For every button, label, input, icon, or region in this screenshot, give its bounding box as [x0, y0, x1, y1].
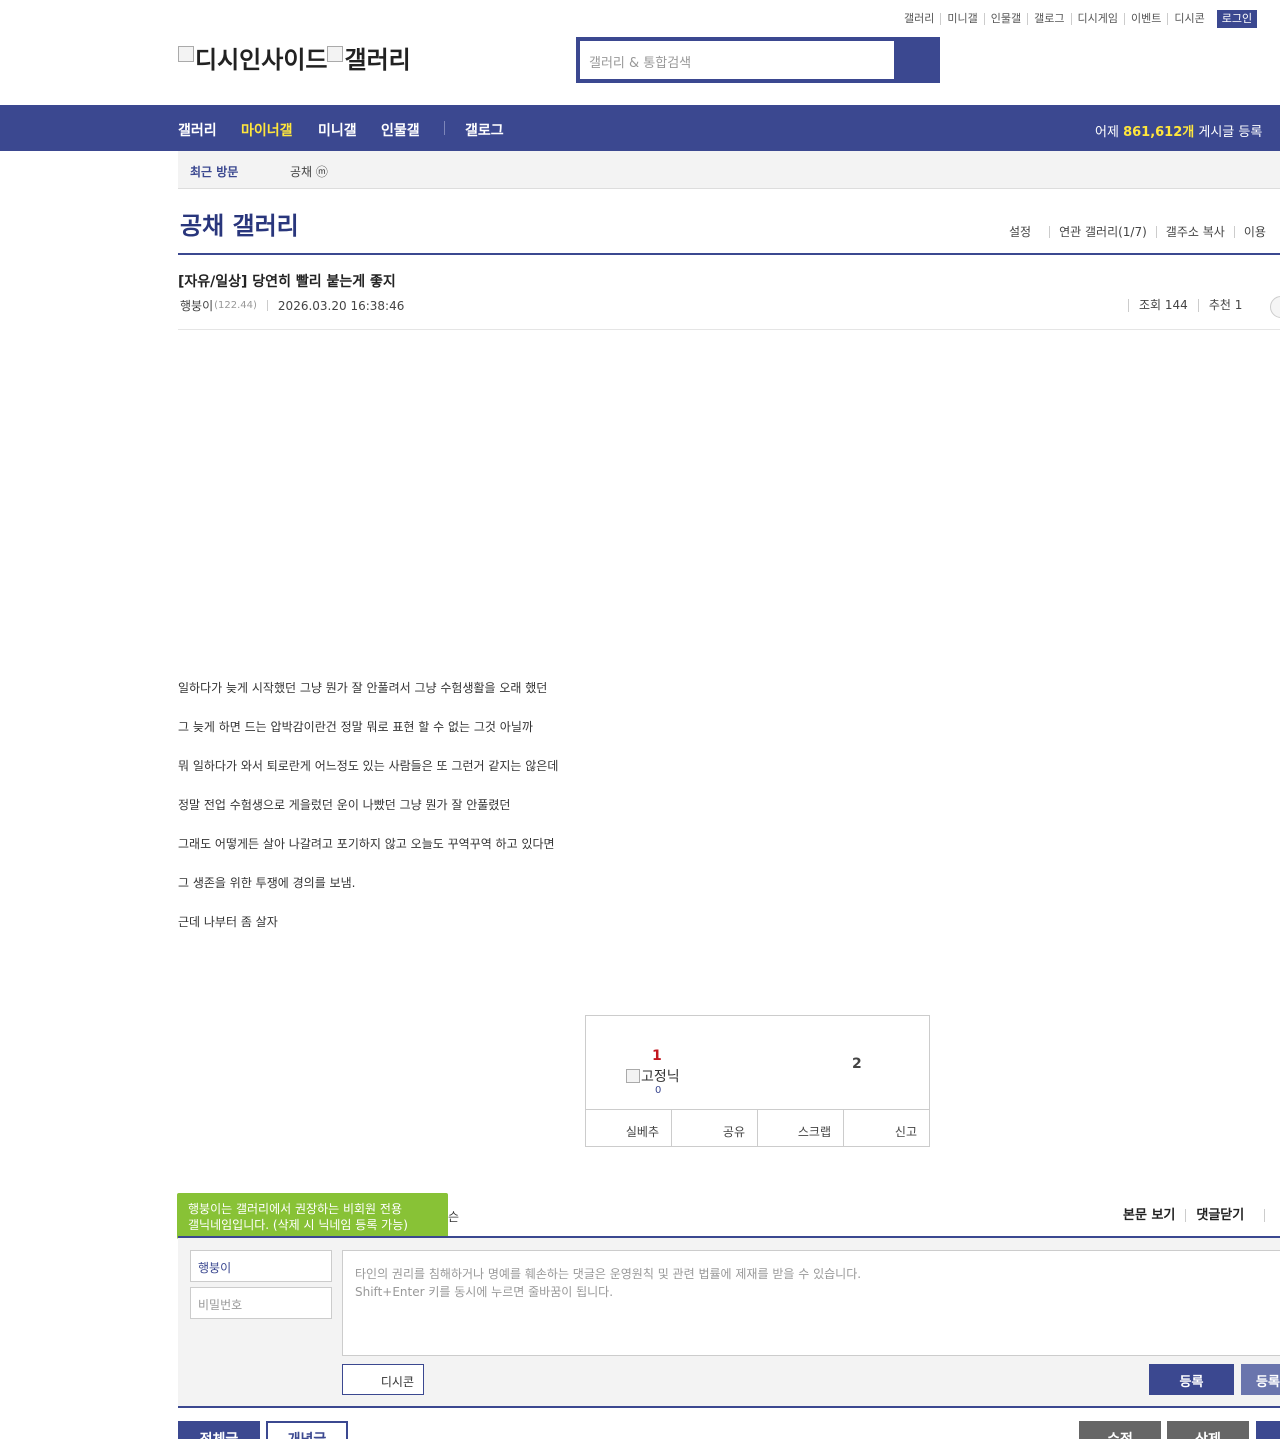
- nick-tooltip: 행붕이는 갤러리에서 권장하는 비회원 전용 갤닉네임입니다. (삭제 시 닉네…: [177, 1193, 448, 1245]
- recent-visit-label: 최근 방문: [190, 165, 239, 179]
- recommend-up-count: 1: [652, 1048, 662, 1064]
- all-posts-button[interactable]: 전체글: [178, 1421, 260, 1439]
- dccon-button[interactable]: 디시콘: [342, 1364, 424, 1395]
- delete-button[interactable]: 삭제: [1167, 1421, 1249, 1439]
- post-body-line: 일하다가 늦게 시작했던 그냥 뭔가 잘 안풀려서 그냥 수험생활을 오래 했던: [178, 681, 548, 695]
- logo-text-dcinside: 디시인사이드: [195, 46, 328, 74]
- fixed-nick-label: 고정닉: [641, 1069, 680, 1085]
- toplink-gallog[interactable]: 갤로그: [1027, 13, 1070, 25]
- nav-gallery[interactable]: 갤러리: [178, 120, 217, 140]
- write-button[interactable]: [1256, 1421, 1280, 1439]
- realbest-button[interactable]: 실베추: [586, 1110, 671, 1146]
- post-stats: 조회 144 추천 1: [1128, 299, 1252, 312]
- divider: [178, 329, 1280, 330]
- site-logo[interactable]: 디시인사이드 갤러리: [178, 40, 411, 75]
- nav-gallog[interactable]: 갤로그: [465, 120, 504, 140]
- nav-divider: [444, 121, 445, 135]
- search-button[interactable]: [896, 41, 936, 79]
- broken-image-icon: [626, 1069, 640, 1083]
- post-body-line: 근데 나부터 좀 살자: [178, 915, 278, 929]
- top-utility-links: 갤러리 미니갤 인물갤 갤로그 디시게임 이벤트 디시콘 로그인: [904, 10, 1258, 28]
- nav-minor-gallery[interactable]: 마이너갤: [241, 120, 293, 140]
- toplink-gallery[interactable]: 갤러리: [904, 13, 940, 25]
- recent-visit-item[interactable]: 공채 ⓜ: [290, 163, 328, 180]
- post-body-line: 뭐 일하다가 와서 퇴로란게 어느정도 있는 사람들은 또 그런거 같지는 않은…: [178, 759, 559, 773]
- gallery-title[interactable]: 공채 갤러리: [180, 206, 299, 241]
- recommend-action-bar: 실베추 공유 스크랩 신고: [586, 1109, 929, 1146]
- comment-textarea-placeholder: Shift+Enter 키를 동시에 누르면 줄바꿈이 됩니다.: [355, 1285, 614, 1299]
- divider: [266, 300, 268, 311]
- nickname-field[interactable]: 행붕이: [190, 1250, 332, 1282]
- toplink-dccon[interactable]: 디시콘: [1167, 13, 1210, 25]
- toplink-dcgame[interactable]: 디시게임: [1070, 13, 1124, 25]
- post-body-line: 그 생존을 위한 투쟁에 경의를 보냄.: [178, 876, 356, 890]
- stat-prefix: 어제: [1095, 125, 1119, 140]
- post-writer-info: 행붕이 (122.44) 2026.03.20 16:38:46: [180, 297, 404, 314]
- comment-menu: 본문 보기 댓글닫기: [1123, 1209, 1266, 1222]
- comment-submit-button[interactable]: 등록: [1149, 1364, 1234, 1395]
- recommend-down-count: 2: [852, 1056, 862, 1072]
- divider: [1264, 1209, 1266, 1222]
- search-input[interactable]: 갤러리 & 통합검색: [580, 41, 894, 79]
- post-body: 일하다가 늦게 시작했던 그냥 뭔가 잘 안풀려서 그냥 수험생활을 오래 했던…: [178, 680, 558, 953]
- gallery-menu-copy-url[interactable]: 갤주소 복사: [1155, 226, 1234, 238]
- nav-mini-gallery[interactable]: 미니갤: [318, 120, 357, 140]
- post-body-line: 그래도 어떻게든 살아 나갈려고 포기하지 않고 오늘도 꾸역꾸역 하고 있다면: [178, 837, 555, 851]
- toplink-event[interactable]: 이벤트: [1123, 13, 1167, 25]
- main-nav: 갤러리 마이너갤 미니갤 인물갤 갤로그 어제 861,612개 게시글 등록: [0, 105, 1280, 151]
- daily-post-stat: 어제 861,612개 게시글 등록: [1095, 121, 1262, 140]
- gallery-menu-settings[interactable]: 설정: [1000, 226, 1049, 238]
- tooltip-line: 행붕이는 갤러리에서 권장하는 비회원 전용: [188, 1202, 402, 1216]
- gallery-menu-usage[interactable]: 이용: [1233, 226, 1275, 238]
- divider: [178, 253, 1280, 255]
- stat-count: 861,612개: [1123, 125, 1195, 140]
- logo-text-gallery: 갤러리: [344, 46, 411, 74]
- close-comments-button[interactable]: 댓글닫기: [1185, 1209, 1254, 1222]
- comment-textarea-placeholder: 타인의 권리를 침해하거나 명예를 훼손하는 댓글은 운영원칙 및 관련 법률에…: [355, 1267, 862, 1281]
- password-field[interactable]: 비밀번호: [190, 1287, 332, 1319]
- post-date: 2026.03.20 16:38:46: [277, 298, 405, 313]
- best-posts-button[interactable]: 개념글: [266, 1421, 348, 1439]
- share-button[interactable]: 공유: [671, 1110, 757, 1146]
- post-body-line: 그 늦게 하면 드는 압박감이란건 정말 뭐로 표현 할 수 없는 그것 아닐까: [178, 720, 533, 734]
- toplink-minigall[interactable]: 미니갤: [940, 13, 983, 25]
- edit-button[interactable]: 수정: [1079, 1421, 1161, 1439]
- broken-image-icon: [178, 45, 194, 62]
- post-recommends: 추천 1: [1197, 299, 1253, 312]
- search-box: 갤러리 & 통합검색: [576, 37, 940, 83]
- gallery-menu: 설정 연관 갤러리(1/7) 갤주소 복사 이용: [1000, 226, 1275, 238]
- scrap-button[interactable]: 스크랩: [757, 1110, 843, 1146]
- broken-image-icon: [327, 45, 344, 62]
- comment-submit-recommend-button[interactable]: 등록: [1241, 1364, 1280, 1395]
- login-button[interactable]: 로그인: [1216, 10, 1258, 28]
- recent-visit-bar: 최근 방문 공채 ⓜ: [178, 151, 1280, 189]
- toplink-persongall[interactable]: 인물갤: [983, 13, 1027, 25]
- nav-person-gallery[interactable]: 인물갤: [381, 120, 420, 140]
- post-title: [자유/일상] 당연히 빨리 붙는게 좋지: [178, 274, 396, 290]
- comment-textarea[interactable]: 타인의 권리를 침해하거나 명예를 훼손하는 댓글은 운영원칙 및 관련 법률에…: [342, 1250, 1280, 1356]
- divider: [178, 1406, 1280, 1408]
- comment-header-fragment: 슨: [448, 1210, 460, 1224]
- gallery-menu-related[interactable]: 연관 갤러리(1/7): [1049, 226, 1156, 238]
- post-views: 조회 144: [1128, 299, 1198, 312]
- post-body-line: 정말 전업 수험생으로 게을렀던 운이 나빴던 그냥 뭔가 잘 안풀렸던: [178, 798, 511, 812]
- fixed-nick-recommend: 고정닉: [626, 1066, 680, 1086]
- more-options-button[interactable]: [1270, 296, 1280, 318]
- report-button[interactable]: 신고: [843, 1110, 929, 1146]
- fixed-nick-count: 0: [655, 1085, 662, 1096]
- view-body-button[interactable]: 본문 보기: [1123, 1209, 1185, 1222]
- stat-suffix: 게시글 등록: [1198, 125, 1263, 140]
- post-writer-ip: (122.44): [214, 300, 257, 311]
- tooltip-line: 갤닉네임입니다. (삭제 시 닉네임 등록 가능): [188, 1218, 408, 1232]
- recommend-box: 1 고정닉 0 2 실베추 공유 스크랩 신고: [585, 1015, 930, 1147]
- post-writer-nick[interactable]: 행붕이: [180, 297, 213, 314]
